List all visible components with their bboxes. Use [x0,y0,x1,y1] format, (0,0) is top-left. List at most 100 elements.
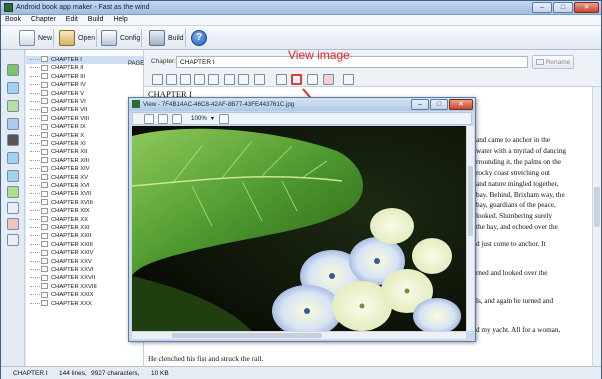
zoom-in-icon[interactable] [172,114,182,124]
chapter-list-item[interactable]: CHAPTER XXIV [26,249,143,257]
chapter-list-item[interactable]: CHAPTER III [26,73,143,81]
open-button[interactable]: Open [59,29,95,47]
build-button[interactable]: Build [149,29,184,47]
page-icon [41,56,48,63]
chapter-list-item[interactable]: CHAPTER XXIX [26,291,143,299]
menu-edit[interactable]: Edit [62,15,82,24]
cut-icon[interactable] [166,74,177,85]
viewer-vscroll-thumb[interactable] [468,166,473,236]
chapter-list-item-label: CHAPTER XVIII [51,199,93,206]
chapter-list-item[interactable]: CHAPTER VI [26,98,143,106]
toolbar-separator [141,29,142,47]
split-chapter-icon[interactable] [7,134,19,146]
import-chapter-icon[interactable] [7,118,19,130]
zoom-dropdown-chevron-icon[interactable]: ▾ [211,115,214,122]
rename-button[interactable]: Rename [532,55,574,69]
chapter-list-item[interactable]: CHAPTER IV [26,81,143,89]
viewer-close-button[interactable]: ✕ [449,99,473,110]
chapter-list-item-label: CHAPTER XX [51,216,89,223]
bold-icon[interactable] [224,74,235,85]
chapter-list-item[interactable]: CHAPTER XVII [26,190,143,198]
maximize-button[interactable]: □ [553,2,573,13]
chapter-list-item[interactable]: CHAPTER VIII [26,115,143,123]
delete-chapter-icon[interactable] [7,218,19,230]
text-line: looked. Slumbering surely [476,212,553,221]
edit-image-icon[interactable] [307,74,318,85]
chapter-list-item[interactable]: CHAPTER XVIII [26,199,143,207]
append-chapter-icon[interactable] [7,100,19,112]
chapter-list-item[interactable]: CHAPTER XIV [26,165,143,173]
save-icon[interactable] [343,74,354,85]
paste-icon[interactable] [194,74,205,85]
view-image-icon[interactable] [291,74,302,85]
chapter-list-item[interactable]: CHAPTER XXVII [26,274,143,282]
viewer-maximize-button[interactable]: □ [430,99,448,110]
text-line: the bay, and echoed over the [476,223,558,232]
tree-connector [30,243,40,245]
new-button[interactable]: New [19,29,52,47]
menu-build[interactable]: Build [84,15,108,24]
open-label: Open [78,34,96,42]
insert-chapter-icon[interactable] [7,82,19,94]
chapter-list-item[interactable]: CHAPTER XIII [26,157,143,165]
config-button[interactable]: Config [101,29,140,47]
left-toolbar [1,50,25,366]
zoom-out-icon[interactable] [158,114,168,124]
move-up-icon[interactable] [7,152,19,164]
scroll-thumb[interactable] [594,187,600,227]
menu-help[interactable]: Help [109,15,131,24]
chapter-list-item[interactable]: CHAPTER XXVIII [26,283,143,291]
chapter-list-item[interactable]: CHAPTER XVI [26,182,143,190]
move-down-icon[interactable] [7,170,19,182]
chapter-list-item-label: CHAPTER XXIX [51,292,94,299]
chapter-list-item-label: CHAPTER IX [51,124,86,131]
chapter-list-item[interactable]: CHAPTER II [26,64,143,72]
chapter-list-item-label: CHAPTER XXVIII [51,283,97,290]
chapter-list-item[interactable]: CHAPTER VII [26,106,143,114]
chapter-list-item[interactable]: CHAPTER X [26,132,143,140]
copy-icon[interactable] [180,74,191,85]
merge-chapter-icon[interactable] [7,186,19,198]
add-chapter-icon[interactable] [7,64,19,76]
help-button[interactable]: ? [191,29,207,47]
close-button[interactable]: ✕ [574,2,599,13]
chapter-list-item[interactable]: CHAPTER XV [26,174,143,182]
chapter-list-item[interactable]: CHAPTER XXV [26,258,143,266]
chapter-list-item[interactable]: CHAPTER XXX [26,300,143,308]
menu-chapter[interactable]: Chapter [27,15,60,24]
text-line: ls, and again he turned and [476,297,554,305]
chapter-list-item[interactable]: CHAPTER XII [26,148,143,156]
chapter-list-item[interactable]: CHAPTER XI [26,140,143,148]
format-icon[interactable] [152,74,163,85]
chapter-list-item[interactable]: CHAPTER I [26,56,143,65]
chapter-list-item[interactable]: CHAPTER XXIII [26,241,143,249]
zoom-level[interactable]: 100% [191,115,207,122]
clipboard-icon[interactable] [254,74,265,85]
chapter-list-item[interactable]: CHAPTER XXII [26,232,143,240]
copy-chapter-icon[interactable] [7,202,19,214]
viewer-app-icon [132,100,140,108]
delete-image-icon[interactable] [323,74,334,85]
chapter-list-item[interactable]: CHAPTER XIX [26,207,143,215]
tree-connector [30,134,40,136]
viewer-hscroll-thumb[interactable] [172,333,322,338]
properties-icon[interactable] [7,234,19,246]
viewer-minimize-button[interactable]: – [411,99,429,110]
chapter-list-item[interactable]: CHAPTER XXI [26,224,143,232]
status-characters: 9927 characters, [91,370,140,377]
italic-icon[interactable] [238,74,249,85]
link-icon[interactable] [276,74,287,85]
viewer-horizontal-scrollbar[interactable] [132,331,466,339]
viewer-vertical-scrollbar[interactable] [466,126,474,331]
insert-image-icon[interactable] [208,74,219,85]
minimize-button[interactable]: – [532,2,552,13]
editor-scrollbar[interactable] [592,87,601,366]
fit-to-window-icon[interactable] [144,114,154,124]
chapter-list-item[interactable]: CHAPTER V [26,90,143,98]
zoom-reset-icon[interactable] [219,114,229,124]
chapter-list-item[interactable]: CHAPTER XXVI [26,266,143,274]
chapter-list-item[interactable]: CHAPTER XX [26,216,143,224]
chapter-name-input[interactable]: CHAPTER I [176,56,528,68]
chapter-list-item[interactable]: CHAPTER IX [26,123,143,131]
menu-book[interactable]: Book [1,15,25,24]
